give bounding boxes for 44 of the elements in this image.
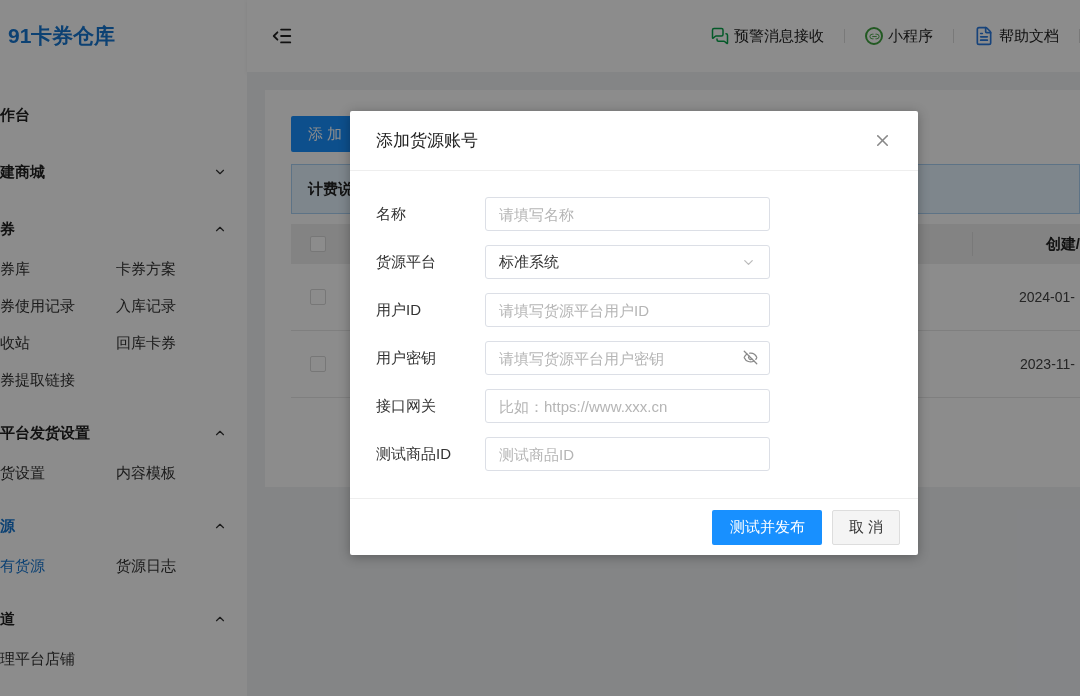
table-cell-text: 2024-01- [1018,287,1075,307]
select-value: 标准系统 [499,251,559,272]
table-cell-text: 2023-11- [1020,354,1075,374]
text-field[interactable]: 请填写货源平台用户ID [485,293,770,327]
menu-item[interactable]: 收站 [0,325,116,362]
menu-group[interactable]: 源 [0,507,247,545]
text-field[interactable]: 比如：https://www.xxx.cn [485,389,770,423]
menu-item[interactable]: 货源日志 [116,548,247,585]
field-label: 货源平台 [376,251,437,272]
menu-item[interactable]: 入库记录 [116,288,247,325]
text-field[interactable]: 请填写名称 [485,197,770,231]
chat-bubbles-icon [711,27,729,45]
menu-group[interactable]: 券 [0,210,247,248]
field-label: 用户密钥 [376,347,437,368]
field-label: 测试商品ID [376,443,452,464]
menu-group[interactable]: 作台 [0,96,247,134]
menu-group[interactable]: 道 [0,600,247,638]
menu-group[interactable]: 平台发货设置 [0,414,247,452]
header-link[interactable]: 帮助文档 [954,24,1079,48]
menu-item[interactable]: 内容模板 [116,455,247,492]
menu-item[interactable]: 货设置 [0,455,116,492]
password-field[interactable]: 请填写货源平台用户密钥 [485,341,770,375]
menu-item[interactable]: 理平台店铺 [0,641,116,678]
menu-item[interactable]: 券使用记录 [0,288,116,325]
header-link[interactable]: 小程序 [845,24,953,48]
menu-item[interactable]: 券提取链接 [0,362,116,399]
menu-item[interactable]: 回库卡券 [116,325,247,362]
cancel-button[interactable]: 取 消 [832,509,900,545]
select-field[interactable]: 标准系统 [485,245,770,279]
field-label: 用户ID [376,299,422,320]
menu-item[interactable]: 卡券方案 [116,251,247,288]
text-field[interactable]: 测试商品ID [485,437,770,471]
eye-off-icon[interactable] [743,350,758,365]
menu-item[interactable]: 有货源 [0,548,116,585]
field-label: 名称 [376,203,407,224]
document-icon [974,26,994,46]
publish-button[interactable]: 测试并发布 [712,509,822,545]
dialog-title: 添加货源账号 [376,129,478,152]
field-label: 接口网关 [376,395,437,416]
app-logo[interactable]: 91卡券仓库 [0,0,247,72]
header-link[interactable]: 预警消息接收 [691,24,844,48]
column-header: 创建/ [1045,233,1080,254]
menu-item[interactable]: 券库 [0,251,116,288]
menu-group[interactable]: 建商城 [0,153,247,191]
